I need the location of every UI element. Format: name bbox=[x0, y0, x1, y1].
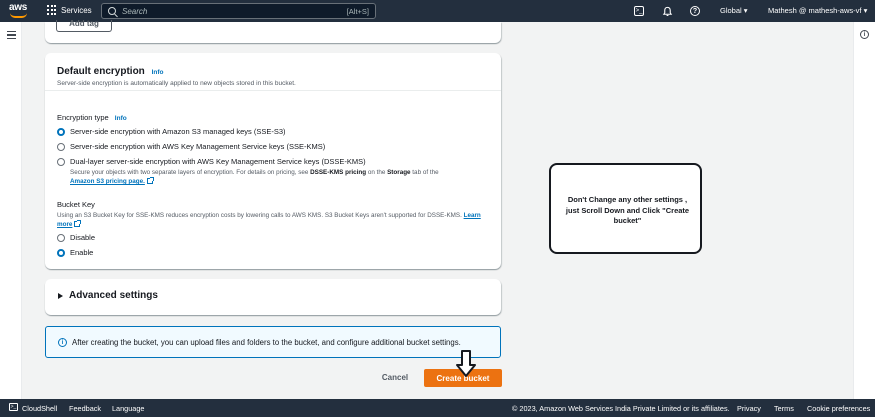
left-side-panel bbox=[0, 22, 22, 399]
info-icon: i bbox=[58, 338, 67, 347]
annotation-callout: Don't Change any other settings , just S… bbox=[549, 163, 702, 254]
bucket-key-desc-text: Using an S3 Bucket Key for SSE-KMS reduc… bbox=[57, 212, 464, 219]
add-tag-button[interactable]: Add tag bbox=[56, 20, 112, 32]
search-shortcut: [Alt+S] bbox=[346, 6, 369, 16]
radio-enable-label: Enable bbox=[70, 248, 94, 257]
account-label: Mathesh @ mathesh-aws-vf bbox=[768, 6, 862, 15]
right-side-panel: i bbox=[853, 22, 875, 399]
help-icon[interactable]: ? bbox=[690, 6, 700, 16]
info-banner-text: After creating the bucket, you can uploa… bbox=[72, 338, 461, 347]
footer-cloudshell-link[interactable]: CloudShell bbox=[22, 404, 57, 413]
encryption-description: Server-side encryption is automatically … bbox=[57, 80, 296, 87]
cloudshell-icon[interactable]: >_ bbox=[634, 6, 644, 16]
tags-panel: Add tag bbox=[45, 20, 501, 43]
footer-feedback-link[interactable]: Feedback bbox=[69, 404, 101, 413]
encryption-type-text: Encryption type bbox=[57, 113, 109, 122]
s3-pricing-link[interactable]: Amazon S3 pricing page. bbox=[70, 178, 145, 185]
footer: >_ CloudShell Feedback Language © 2023, … bbox=[0, 399, 875, 417]
dsse-pricing-bold: DSSE-KMS pricing bbox=[310, 169, 367, 176]
dsse-desc-prefix: Secure your objects with two separate la… bbox=[70, 169, 311, 176]
aws-logo-text: aws bbox=[9, 2, 28, 13]
encryption-header: Default encryption Info Server-side encr… bbox=[45, 53, 501, 91]
external-link-icon bbox=[146, 177, 154, 184]
encryption-info-link[interactable]: Info bbox=[152, 69, 164, 76]
region-label: Global bbox=[720, 6, 742, 15]
cancel-button[interactable]: Cancel bbox=[374, 370, 416, 386]
advanced-settings-panel[interactable]: Advanced settings bbox=[45, 279, 501, 315]
services-menu-button[interactable]: Services bbox=[47, 5, 92, 15]
footer-privacy-link[interactable]: Privacy bbox=[737, 404, 761, 413]
footer-copyright: © 2023, Amazon Web Services India Privat… bbox=[512, 404, 730, 413]
dsse-desc-mid: on the bbox=[366, 169, 388, 176]
radio-bucket-key-enable[interactable]: Enable bbox=[57, 248, 93, 257]
footer-cookie-preferences-link[interactable]: Cookie preferences bbox=[807, 404, 870, 413]
top-navigation: aws Services Search [Alt+S] >_ ? Global … bbox=[0, 0, 875, 22]
bucket-key-label: Bucket Key bbox=[57, 200, 95, 209]
cloudshell-footer-icon[interactable]: >_ bbox=[9, 403, 18, 411]
bucket-key-description: Using an S3 Bucket Key for SSE-KMS reduc… bbox=[57, 211, 487, 229]
grid-icon bbox=[47, 5, 57, 15]
radio-disable-label: Disable bbox=[70, 233, 96, 242]
encryption-type-label: Encryption type Info bbox=[57, 113, 127, 122]
account-menu[interactable]: Mathesh @ mathesh-aws-vf ▾ bbox=[768, 6, 867, 15]
caret-right-icon[interactable] bbox=[58, 293, 63, 299]
services-label: Services bbox=[61, 5, 92, 15]
radio-button[interactable] bbox=[57, 233, 65, 242]
radio-dsse-kms[interactable]: Dual-layer server-side encryption with A… bbox=[57, 157, 366, 166]
search-input[interactable]: Search [Alt+S] bbox=[101, 3, 376, 19]
region-selector[interactable]: Global ▾ bbox=[720, 6, 748, 15]
external-link-icon bbox=[74, 220, 82, 227]
search-placeholder: Search bbox=[122, 6, 148, 16]
hamburger-menu-icon[interactable] bbox=[7, 31, 16, 39]
default-encryption-panel: Default encryption Info Server-side encr… bbox=[45, 53, 501, 269]
aws-logo[interactable]: aws bbox=[9, 2, 31, 20]
dsse-kms-description: Secure your objects with two separate la… bbox=[70, 168, 490, 186]
info-panel-icon[interactable]: i bbox=[860, 30, 869, 39]
info-banner: i After creating the bucket, you can upl… bbox=[45, 326, 501, 358]
encryption-type-info-link[interactable]: Info bbox=[115, 115, 127, 122]
radio-button-selected[interactable] bbox=[57, 127, 65, 136]
aws-smile-icon bbox=[10, 13, 27, 18]
radio-button-selected[interactable] bbox=[57, 248, 65, 257]
radio-sse-s3[interactable]: Server-side encryption with Amazon S3 ma… bbox=[57, 127, 286, 136]
radio-sse-kms[interactable]: Server-side encryption with AWS Key Mana… bbox=[57, 142, 325, 151]
encryption-title: Default encryption Info bbox=[57, 66, 164, 77]
radio-bucket-key-disable[interactable]: Disable bbox=[57, 233, 95, 242]
advanced-settings-title[interactable]: Advanced settings bbox=[69, 290, 158, 301]
storage-bold: Storage bbox=[387, 169, 411, 176]
bell-icon[interactable] bbox=[661, 5, 673, 17]
search-icon bbox=[108, 7, 116, 15]
radio-sse-s3-label: Server-side encryption with Amazon S3 ma… bbox=[70, 127, 286, 136]
radio-button[interactable] bbox=[57, 142, 65, 151]
footer-language-link[interactable]: Language bbox=[112, 404, 144, 413]
dsse-desc-suffix: tab of the bbox=[410, 169, 439, 176]
radio-dsse-kms-label: Dual-layer server-side encryption with A… bbox=[70, 157, 366, 166]
radio-sse-kms-label: Server-side encryption with AWS Key Mana… bbox=[70, 142, 326, 151]
annotation-text: Don't Change any other settings , just S… bbox=[565, 195, 690, 225]
encryption-title-text: Default encryption bbox=[57, 66, 145, 77]
down-arrow-icon bbox=[456, 350, 476, 377]
radio-button[interactable] bbox=[57, 157, 65, 166]
footer-terms-link[interactable]: Terms bbox=[774, 404, 794, 413]
